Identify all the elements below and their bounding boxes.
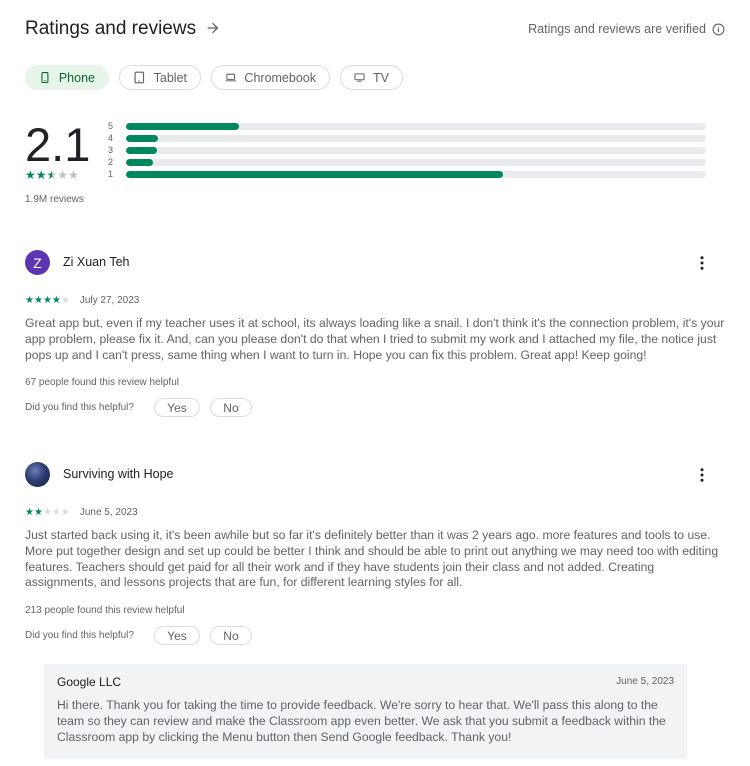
developer-reply-date: June 5, 2023	[616, 676, 674, 687]
arrow-right-icon[interactable]	[205, 20, 221, 36]
distribution-label: 3	[108, 145, 114, 155]
info-icon[interactable]	[712, 23, 725, 36]
more-vert-icon[interactable]	[693, 466, 711, 484]
reviewer-name: Surviving with Hope	[63, 467, 174, 481]
verified-text: Ratings and reviews are verified	[528, 22, 706, 36]
tab-tv[interactable]: TV	[340, 65, 403, 90]
review-stars: ★★★★★	[25, 295, 70, 306]
average-stars: ★★★★★	[25, 168, 79, 182]
review-rating: ★★★★★ June 5, 2023	[25, 507, 138, 518]
more-vert-icon[interactable]	[693, 254, 711, 272]
reviewer-name: Zi Xuan Teh	[63, 255, 130, 269]
star-full-icon: ★	[35, 168, 47, 182]
distribution-row: 2	[108, 156, 708, 168]
distribution-track	[126, 158, 706, 166]
star-empty-icon: ★	[57, 168, 69, 182]
helpful-no-button[interactable]: No	[209, 626, 252, 645]
total-review-count: 1.9M reviews	[25, 194, 84, 205]
helpful-prompt: Did you find this helpful? Yes No	[25, 398, 252, 417]
distribution-track	[126, 170, 706, 178]
developer-name: Google LLC	[57, 675, 122, 689]
helpful-no-button[interactable]: No	[209, 398, 252, 417]
distribution-fill	[126, 158, 154, 166]
verified-notice: Ratings and reviews are verified	[528, 22, 725, 36]
rating-summary: 2.1 ★★★★★ 1.9M reviews 5 4 3 2 1	[25, 117, 725, 212]
review-text: Just started back using it, it's been aw…	[25, 528, 719, 590]
helpful-yes-button[interactable]: Yes	[153, 398, 200, 417]
distribution-label: 4	[108, 133, 114, 143]
phone-icon	[41, 72, 49, 83]
distribution-fill	[126, 122, 240, 130]
tab-phone[interactable]: Phone	[25, 65, 109, 90]
review-stars: ★★★★★	[25, 507, 70, 518]
tab-chromebook[interactable]: Chromebook	[211, 65, 330, 90]
helpful-yes-button[interactable]: Yes	[153, 626, 200, 645]
distribution-track	[126, 146, 706, 154]
distribution-label: 5	[108, 121, 114, 131]
developer-reply: Google LLC June 5, 2023 Hi there. Thank …	[44, 664, 687, 759]
star-full-icon: ★	[25, 507, 34, 518]
review-rating: ★★★★★ July 27, 2023	[25, 295, 139, 306]
star-empty-icon: ★	[60, 295, 70, 306]
tab-phone-label: Phone	[58, 70, 95, 85]
helpful-count: 213 people found this review helpful	[25, 605, 185, 616]
average-rating: 2.1	[25, 118, 91, 171]
device-tabs: Phone Tablet Chromebook TV	[25, 65, 403, 90]
star-full-icon: ★	[25, 295, 34, 306]
star-empty-icon: ★	[42, 507, 52, 518]
helpful-question: Did you find this helpful?	[25, 630, 134, 641]
star-full-icon: ★	[25, 168, 36, 182]
section-title: Ratings and reviews	[25, 18, 197, 39]
star-full-icon: ★	[33, 507, 43, 518]
star-empty-icon: ★	[60, 507, 70, 518]
distribution-row: 5	[108, 120, 708, 132]
review-date: July 27, 2023	[79, 295, 140, 306]
rating-distribution: 5 4 3 2 1	[108, 120, 708, 180]
tab-tv-label: TV	[373, 70, 389, 85]
helpful-count: 67 people found this review helpful	[25, 377, 179, 388]
distribution-fill	[126, 146, 157, 154]
star-full-icon: ★	[33, 295, 43, 306]
laptop-icon	[225, 73, 236, 82]
avatar: Z	[25, 250, 50, 275]
distribution-track	[126, 134, 706, 142]
distribution-fill	[126, 170, 503, 178]
distribution-fill	[126, 134, 158, 142]
distribution-row: 1	[108, 168, 708, 180]
helpful-question: Did you find this helpful?	[25, 402, 134, 413]
review-text: Great app but, even if my teacher uses i…	[25, 316, 725, 362]
star-half-icon: ★	[46, 168, 58, 182]
review-date: June 5, 2023	[79, 507, 138, 518]
distribution-row: 3	[108, 144, 708, 156]
tab-tablet[interactable]: Tablet	[119, 65, 201, 90]
tv-icon	[354, 73, 365, 82]
tab-chromebook-label: Chromebook	[244, 70, 316, 85]
ratings-header: Ratings and reviews Ratings and reviews …	[25, 18, 725, 44]
helpful-prompt: Did you find this helpful? Yes No	[25, 626, 252, 645]
tablet-icon	[134, 71, 145, 84]
distribution-label: 2	[108, 157, 114, 167]
tab-tablet-label: Tablet	[153, 70, 187, 85]
avatar	[25, 462, 50, 487]
star-empty-icon: ★	[68, 168, 79, 182]
star-empty-icon: ★	[51, 507, 61, 518]
distribution-track	[126, 122, 706, 130]
star-full-icon: ★	[42, 295, 52, 306]
developer-reply-text: Hi there. Thank you for taking the time …	[57, 698, 666, 744]
distribution-row: 4	[108, 132, 708, 144]
distribution-label: 1	[108, 169, 114, 179]
star-full-icon: ★	[51, 295, 61, 306]
